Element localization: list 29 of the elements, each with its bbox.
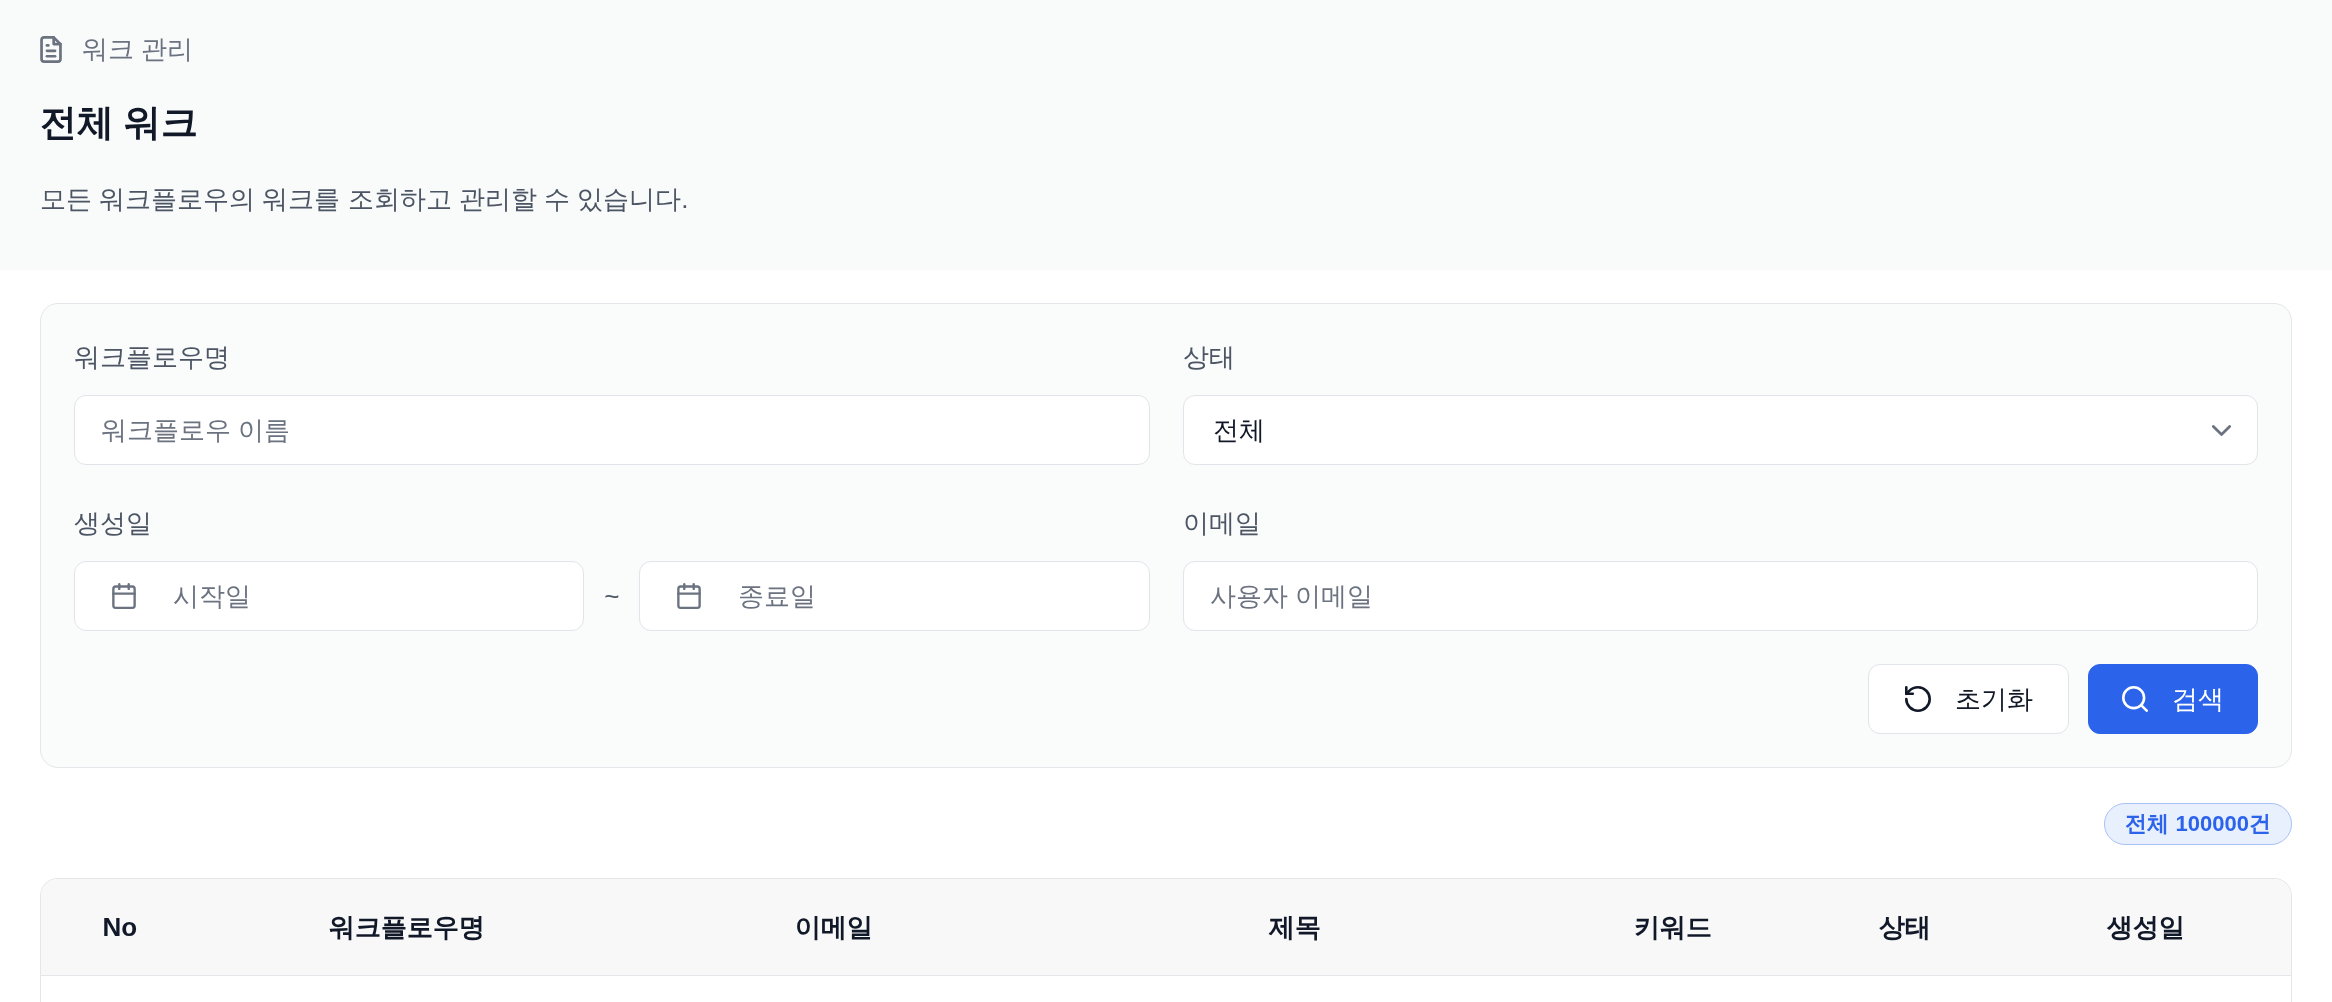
page-title: 전체 워크: [40, 101, 200, 145]
calendar-icon: [677, 583, 702, 609]
column-header: 제목: [1267, 910, 1322, 944]
field-label: 생성일: [74, 507, 153, 540]
reset-icon: [1904, 686, 1931, 712]
page-description: 모든 워크플로우의 워크를 조회하고 관리할 수 있습니다.: [40, 183, 690, 216]
date-field[interactable]: 시작일: [74, 561, 585, 631]
column-header: 생성일: [2106, 910, 2187, 944]
reset-button[interactable]: 초기화: [1868, 664, 2069, 734]
text-input-field[interactable]: 사용자 이메일: [1182, 561, 2258, 631]
document-icon: [40, 35, 62, 63]
range-separator: ~: [603, 580, 621, 612]
column-header: 키워드: [1632, 910, 1713, 944]
search-icon: [2122, 686, 2148, 712]
column-header: No: [101, 910, 139, 944]
dropdown-field[interactable]: 전체: [1182, 395, 2258, 465]
date-field[interactable]: 종료일: [639, 561, 1150, 631]
search-button[interactable]: 검색: [2088, 664, 2258, 734]
field-label: 상태: [1182, 341, 1236, 374]
column-header: 이메일: [794, 910, 875, 944]
total-count-badge: 전체 100000건: [2104, 803, 2292, 845]
field-label: 이메일: [1182, 507, 1262, 540]
field-label: 워크플로우명: [74, 341, 231, 374]
breadcrumb-label: 워크 관리: [82, 33, 194, 66]
column-header: 워크플로우명: [327, 910, 486, 944]
calendar-icon: [112, 583, 136, 609]
column-header: 상태: [1878, 910, 1933, 944]
text-input-field[interactable]: 워크플로우 이름: [74, 395, 1150, 465]
chevron-down-icon: [2212, 424, 2231, 436]
